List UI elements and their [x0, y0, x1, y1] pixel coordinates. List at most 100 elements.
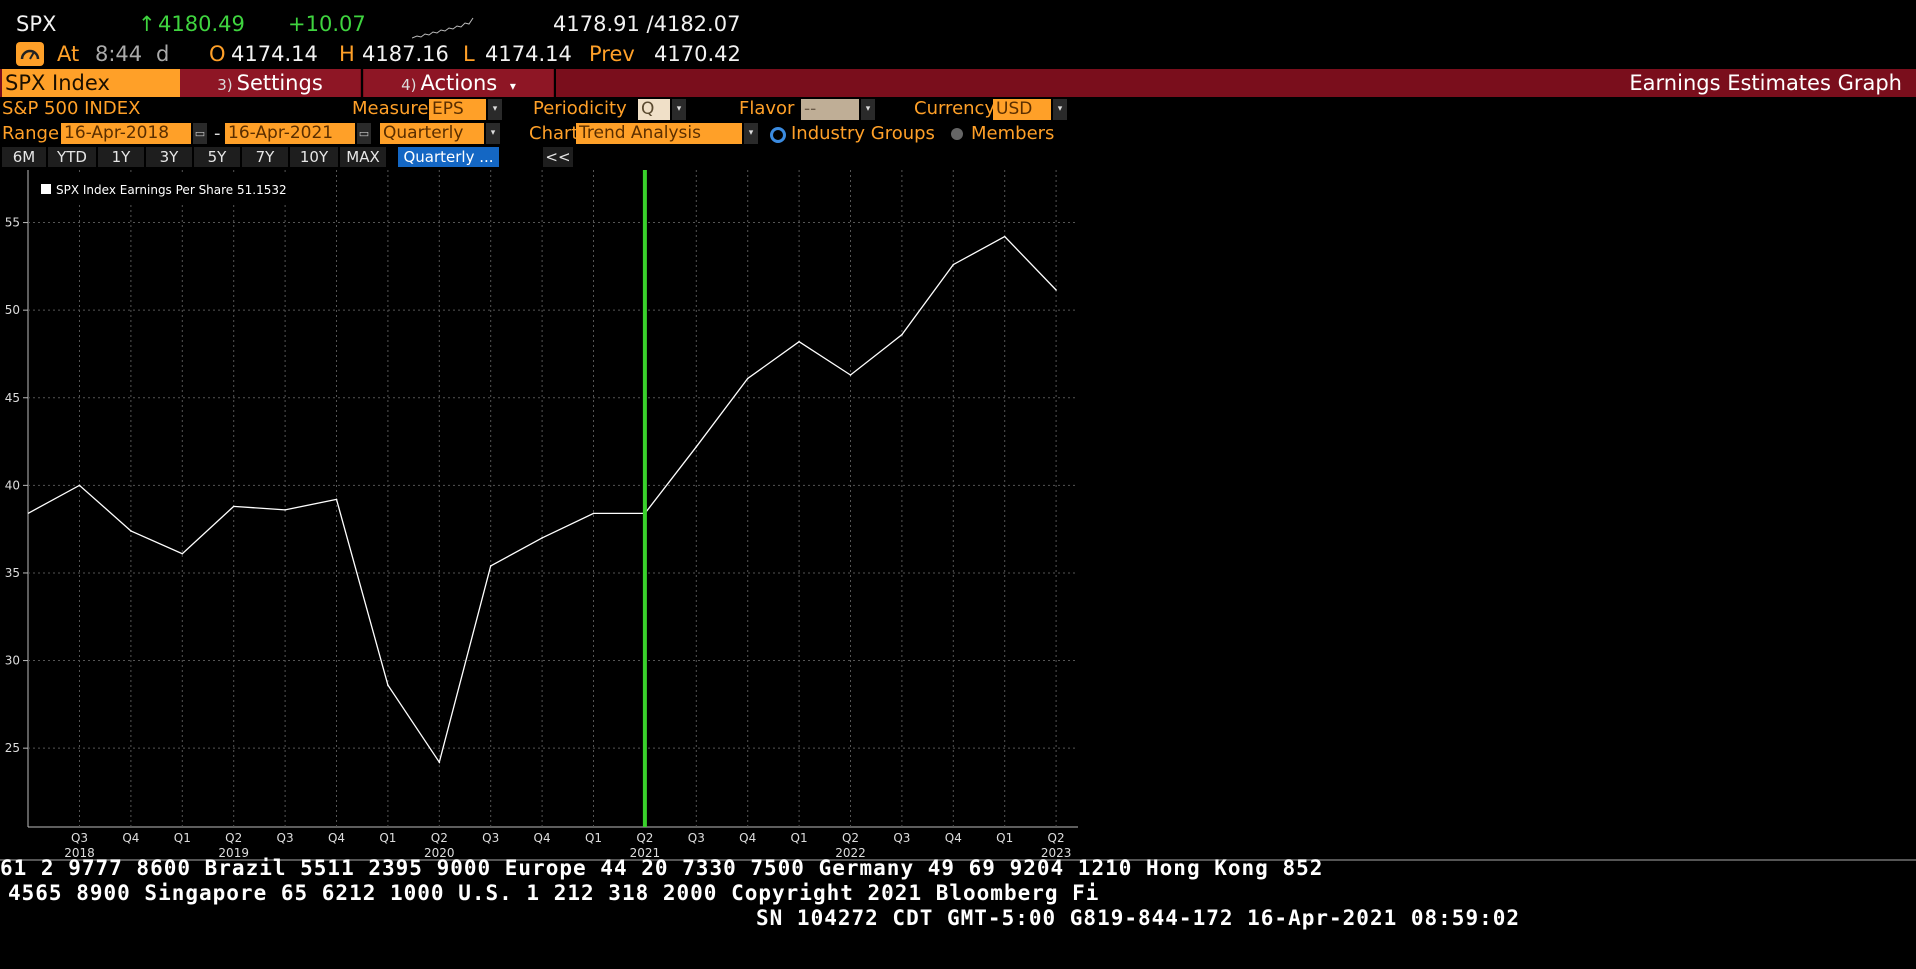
calendar-icon[interactable]: ▭: [357, 123, 371, 144]
chart-label: Chart: [529, 123, 579, 144]
range-button-6m[interactable]: 6M: [2, 147, 46, 167]
eps-data-point: [387, 684, 389, 686]
range-button-7y[interactable]: 7Y: [242, 147, 288, 167]
x-tick-label: Q2: [225, 831, 242, 845]
range-separator: -: [214, 123, 221, 144]
low-value: 4174.14: [485, 42, 572, 66]
members-label: Members: [971, 123, 1055, 144]
x-tick-label: Q1: [996, 831, 1013, 845]
eps-data-point: [78, 484, 81, 487]
industry-groups-radio[interactable]: [770, 127, 786, 143]
range-period-select[interactable]: Quarterly: [380, 123, 484, 144]
eps-data-point: [181, 552, 184, 555]
range-start-date[interactable]: 16-Apr-2018: [61, 123, 191, 144]
eps-data-point: [849, 374, 852, 376]
range-end-date[interactable]: 16-Apr-2021: [225, 123, 355, 144]
flavor-select[interactable]: --: [801, 99, 859, 120]
index-name: S&P 500 INDEX: [2, 98, 141, 119]
actions-button[interactable]: 4) Actions ▾: [364, 69, 553, 97]
x-tick-label: Q4: [534, 831, 551, 845]
range-label: Range: [2, 123, 60, 144]
x-tick-label: Q4: [328, 831, 345, 845]
measure-select[interactable]: EPS: [429, 99, 486, 120]
eps-chart: 25 30 35 40 45 50 55 Q3 Q4 Q1 Q2 Q3 Q4 Q1 Q2 Q3 Q4 Q1 Q2 Q3…: [5, 170, 1078, 860]
periodicity-select[interactable]: Q: [638, 99, 670, 120]
bid-ask: 4178.91 /4182.07: [553, 12, 741, 36]
chevron-down-icon[interactable]: ▾: [486, 123, 500, 144]
eps-data-point: [438, 761, 441, 763]
eps-data-point: [798, 340, 800, 343]
quote-time: 8:44: [95, 42, 143, 66]
members-radio[interactable]: [951, 128, 963, 140]
chevron-down-icon[interactable]: ▾: [861, 99, 875, 120]
x-tick-label: Q3: [688, 831, 705, 845]
eps-data-point: [284, 509, 286, 511]
range-button-1y[interactable]: 1Y: [98, 147, 144, 167]
prev-label: Prev: [589, 42, 635, 66]
x-tick-label: Q1: [174, 831, 191, 845]
x-tick-label: Q2: [1048, 831, 1065, 845]
y-tick-label: 45: [5, 391, 20, 405]
eps-data-point: [489, 565, 492, 567]
x-tick-label: Q4: [945, 831, 962, 845]
y-tick-label: 55: [5, 216, 20, 230]
at-label: At: [57, 42, 80, 66]
eps-data-point: [130, 530, 132, 532]
calendar-icon[interactable]: ▭: [193, 123, 207, 144]
quote-time-suffix: d: [156, 42, 170, 66]
up-arrow-icon: ↑: [138, 12, 156, 36]
chart-type-select[interactable]: Trend Analysis: [576, 123, 742, 144]
x-tick-label: Q2: [431, 831, 448, 845]
actions-number: 4): [401, 76, 417, 94]
chevron-down-icon[interactable]: ▾: [1053, 99, 1067, 120]
high-value: 4187.16: [362, 42, 449, 66]
eps-data-point: [541, 537, 543, 539]
settings-number: 3): [217, 76, 233, 94]
range-button-5y[interactable]: 5Y: [194, 147, 240, 167]
chevron-down-icon[interactable]: ▾: [672, 99, 686, 120]
range-button-ytd[interactable]: YTD: [48, 147, 96, 167]
periodicity-label: Periodicity: [533, 98, 627, 119]
eps-data-point: [1003, 235, 1006, 238]
settings-label: Settings: [236, 71, 323, 95]
low-label: L: [463, 42, 475, 66]
security-field[interactable]: SPX Index: [2, 69, 181, 97]
x-tick-label: Q4: [122, 831, 139, 845]
eps-data-point: [695, 446, 698, 448]
x-tick-label: Q2: [636, 831, 653, 845]
eps-data-point: [1055, 289, 1057, 291]
range-button-quarterly[interactable]: Quarterly ...: [398, 147, 499, 167]
range-button-3y[interactable]: 3Y: [146, 147, 192, 167]
prev-value: 4170.42: [654, 42, 741, 66]
settings-button[interactable]: 3) Settings: [180, 69, 360, 97]
toolbar-divider: [554, 69, 556, 97]
screen-title: Earnings Estimates Graph: [1629, 71, 1902, 95]
eps-data-point: [952, 263, 955, 266]
chevron-down-icon[interactable]: ▾: [488, 99, 502, 120]
y-tick-label: 30: [5, 654, 20, 668]
range-button-max[interactable]: MAX: [340, 147, 386, 167]
open-label: O: [209, 42, 226, 66]
y-tick-label: 35: [5, 566, 20, 580]
y-tick-label: 25: [5, 741, 20, 755]
eps-data-point: [592, 512, 595, 515]
currency-select[interactable]: USD: [993, 99, 1051, 120]
footer-copyright-line: 4565 8900 Singapore 65 6212 1000 U.S. 1 …: [8, 881, 1100, 905]
speedometer-icon[interactable]: [16, 42, 44, 66]
range-button-10y[interactable]: 10Y: [290, 147, 338, 167]
x-tick-label: Q4: [739, 831, 756, 845]
x-tick-label: Q3: [893, 831, 910, 845]
actions-label: Actions: [420, 71, 498, 95]
open-value: 4174.14: [231, 42, 318, 66]
high-label: H: [339, 42, 355, 66]
collapse-panel-button[interactable]: <<: [543, 147, 573, 167]
legend-swatch: [41, 184, 51, 194]
x-tick-label: Q3: [482, 831, 499, 845]
chevron-down-icon[interactable]: ▾: [744, 123, 758, 144]
ticker-symbol: SPX: [16, 12, 57, 36]
toolbar-divider: [361, 69, 363, 97]
y-tick-label: 50: [5, 303, 20, 317]
footer-session-line: SN 104272 CDT GMT-5:00 G819-844-172 16-A…: [756, 906, 1521, 930]
price-change: +10.07: [288, 12, 366, 36]
eps-data-point: [746, 377, 749, 380]
